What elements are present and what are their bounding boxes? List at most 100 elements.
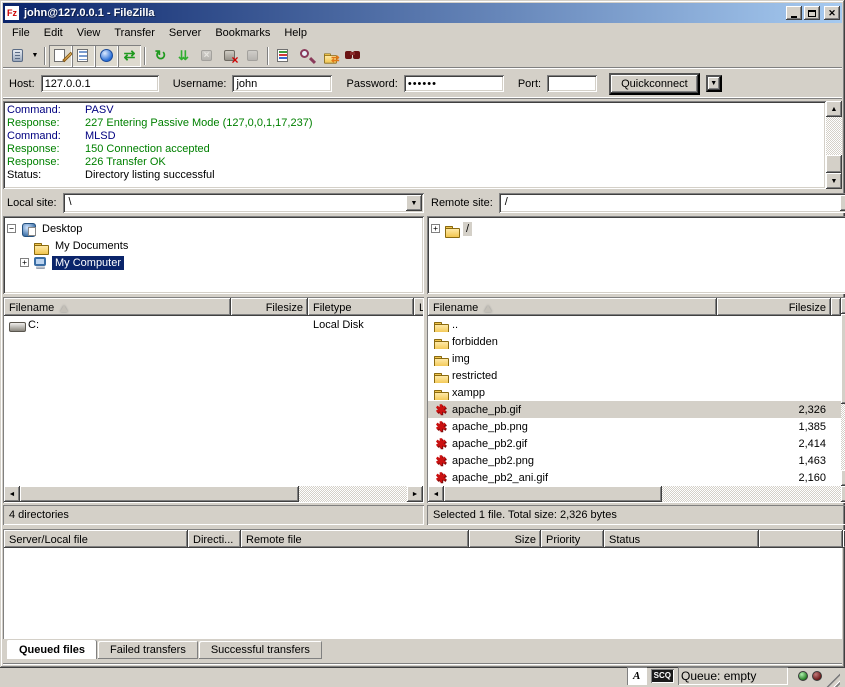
- disconnect-button[interactable]: ×: [218, 45, 241, 67]
- column-header-label: Priority: [546, 534, 580, 546]
- file-row-forbidden[interactable]: forbidden: [428, 333, 841, 350]
- file-row--[interactable]: ..: [428, 316, 841, 333]
- refresh-button[interactable]: ↻: [149, 45, 172, 67]
- synchronized-browsing-button[interactable]: ⇄: [318, 45, 341, 67]
- remote-hscroll-track[interactable]: [444, 486, 841, 502]
- column-header-filename[interactable]: Filename: [428, 298, 717, 316]
- quickconnect-dropdown-button[interactable]: ▼: [706, 75, 722, 92]
- title-bar[interactable]: Fz john@127.0.0.1 - FileZilla ✕: [3, 3, 842, 23]
- scroll-right-icon[interactable]: ►: [407, 486, 423, 502]
- cancel-operation-button[interactable]: ×: [195, 45, 218, 67]
- menu-server[interactable]: Server: [162, 25, 208, 41]
- column-header-l[interactable]: L: [414, 298, 423, 316]
- scroll-left-icon[interactable]: ◄: [428, 486, 444, 502]
- menu-file[interactable]: File: [5, 25, 37, 41]
- list-lines-icon: [79, 51, 87, 60]
- local-hscroll-track[interactable]: [20, 486, 407, 502]
- password-input[interactable]: [404, 75, 504, 92]
- column-header-filename[interactable]: Filename: [4, 298, 231, 316]
- remote-vscroll-thumb[interactable]: [841, 314, 845, 404]
- reconnect-button[interactable]: [241, 45, 264, 67]
- expand-icon[interactable]: +: [431, 224, 440, 233]
- toggle-remote-tree-button[interactable]: [95, 45, 118, 67]
- local-site-combobox[interactable]: \ ▼: [63, 193, 424, 213]
- expand-icon[interactable]: +: [20, 258, 29, 267]
- file-row-xampp[interactable]: xampp: [428, 384, 841, 401]
- column-header-directi-[interactable]: Directi...: [188, 530, 241, 548]
- username-input[interactable]: [232, 75, 332, 92]
- column-header-server-local-file[interactable]: Server/Local file: [4, 530, 188, 548]
- toggle-transfer-queue-button[interactable]: ⇄: [118, 45, 141, 67]
- minimize-button[interactable]: [786, 6, 802, 20]
- log-scroll-thumb[interactable]: [826, 155, 842, 173]
- filter-button[interactable]: [341, 45, 364, 67]
- file-size: 2,326: [717, 404, 831, 416]
- find-files-button[interactable]: [295, 45, 318, 67]
- menu-edit[interactable]: Edit: [37, 25, 70, 41]
- tree-item-desktop[interactable]: −Desktop: [7, 220, 420, 237]
- log-scroll-track[interactable]: [826, 117, 842, 173]
- remote-site-combobox[interactable]: / ▼: [499, 193, 845, 213]
- chevron-down-icon[interactable]: ▼: [840, 195, 845, 211]
- tab-successful-transfers[interactable]: Successful transfers: [199, 641, 322, 659]
- log-line-label: Response:: [7, 143, 85, 156]
- scroll-up-icon[interactable]: ▲: [826, 101, 842, 117]
- file-row-apache-pb-png[interactable]: ✱apache_pb.png1,385: [428, 418, 841, 435]
- file-row-restricted[interactable]: restricted: [428, 367, 841, 384]
- file-row-c-[interactable]: C:Local Disk: [4, 316, 423, 333]
- toggle-message-log-button[interactable]: [49, 45, 72, 67]
- tree-item--[interactable]: +/: [431, 220, 845, 237]
- tab-queued-files[interactable]: Queued files: [7, 640, 97, 659]
- menu-transfer[interactable]: Transfer: [107, 25, 162, 41]
- directory-comparison-button[interactable]: [272, 45, 295, 67]
- log-line: Command:MLSD: [7, 130, 822, 143]
- transfer-type-indicator[interactable]: A: [627, 667, 647, 685]
- scroll-down-icon[interactable]: ▼: [841, 470, 845, 486]
- column-header-remote-file[interactable]: Remote file: [241, 530, 469, 548]
- file-row-apache-pb2-png[interactable]: ✱apache_pb2.png1,463: [428, 452, 841, 469]
- column-header-status[interactable]: Status: [604, 530, 759, 548]
- local-hscroll-thumb[interactable]: [20, 486, 299, 502]
- file-row-apache-pb2-ani-gif[interactable]: ✱apache_pb2_ani.gif2,160: [428, 469, 841, 486]
- scroll-right-icon[interactable]: ►: [841, 486, 845, 502]
- scroll-down-icon[interactable]: ▼: [826, 173, 842, 189]
- local-horizontal-scrollbar[interactable]: ◄ ►: [4, 486, 423, 502]
- log-scrollbar[interactable]: ▲ ▼: [826, 101, 842, 189]
- close-button[interactable]: ✕: [824, 6, 840, 20]
- file-row-img[interactable]: img: [428, 350, 841, 367]
- site-manager-button[interactable]: [6, 45, 29, 67]
- column-header-filesize[interactable]: Filesize: [717, 298, 831, 316]
- remote-vscroll-track[interactable]: [841, 314, 845, 470]
- tree-item-my-documents[interactable]: My Documents: [7, 237, 420, 254]
- site-manager-dropdown-button[interactable]: ▼: [29, 45, 41, 67]
- file-row-apache-pb-gif[interactable]: ✱apache_pb.gif2,326: [428, 401, 841, 418]
- column-header-filesize[interactable]: Filesize: [231, 298, 308, 316]
- host-input[interactable]: [41, 75, 159, 92]
- menu-view[interactable]: View: [70, 25, 108, 41]
- chevron-down-icon[interactable]: ▼: [406, 195, 422, 211]
- scroll-left-icon[interactable]: ◄: [4, 486, 20, 502]
- remote-horizontal-scrollbar[interactable]: ◄ ►: [428, 486, 845, 502]
- local-file-list: FilenameFilesizeFiletypeL C:Local Disk ◄…: [3, 297, 424, 503]
- tree-item-my-computer[interactable]: +My Computer: [7, 254, 420, 271]
- remote-hscroll-thumb[interactable]: [444, 486, 662, 502]
- collapse-icon[interactable]: −: [7, 224, 16, 233]
- scroll-up-icon[interactable]: ▲: [841, 298, 845, 314]
- port-input[interactable]: [547, 75, 597, 92]
- column-header-size[interactable]: Size: [469, 530, 541, 548]
- remote-vertical-scrollbar[interactable]: ▲ ▼: [841, 298, 845, 486]
- file-row-apache-pb2-gif[interactable]: ✱apache_pb2.gif2,414: [428, 435, 841, 452]
- tab-failed-transfers[interactable]: Failed transfers: [98, 641, 198, 659]
- resize-grip[interactable]: [826, 673, 840, 687]
- speedlimit-indicator[interactable]: SCQ: [651, 669, 674, 683]
- process-queue-button[interactable]: ⇊: [172, 45, 195, 67]
- maximize-button[interactable]: [804, 6, 820, 20]
- column-header-empty[interactable]: [759, 530, 843, 548]
- column-header-priority[interactable]: Priority: [541, 530, 604, 548]
- menu-help[interactable]: Help: [277, 25, 314, 41]
- quickconnect-button[interactable]: Quickconnect: [609, 73, 700, 95]
- column-header-filetype[interactable]: Filetype: [308, 298, 414, 316]
- menu-bookmarks[interactable]: Bookmarks: [208, 25, 277, 41]
- log-line: Response:150 Connection accepted: [7, 143, 822, 156]
- toggle-local-tree-button[interactable]: [72, 45, 95, 67]
